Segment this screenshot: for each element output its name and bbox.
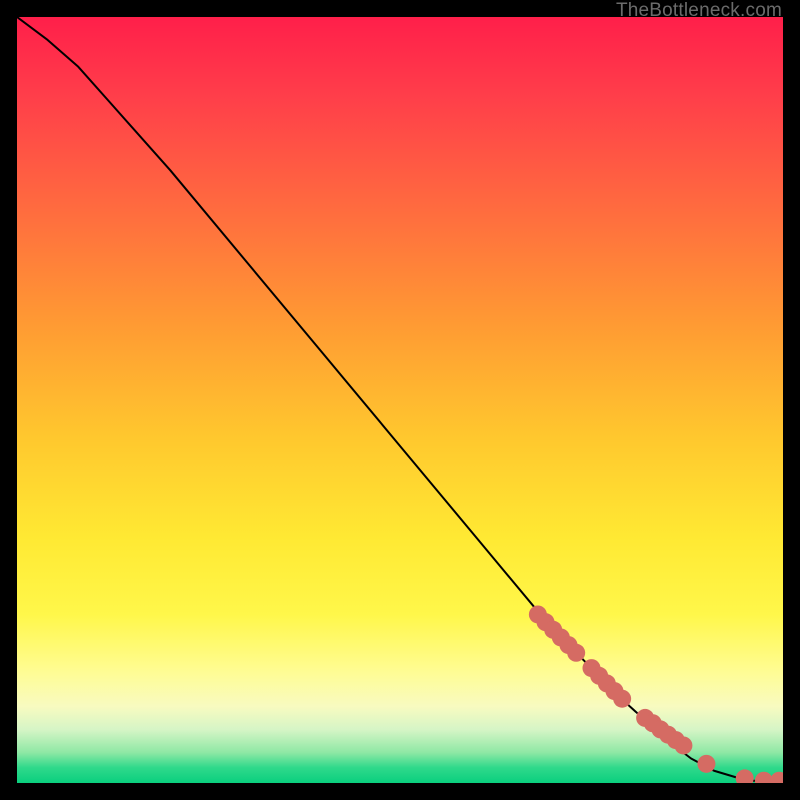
scatter-point xyxy=(697,755,715,773)
watermark-text: TheBottleneck.com xyxy=(616,0,782,22)
scatter-point xyxy=(613,690,631,708)
scatter-point xyxy=(567,644,585,662)
scatter-point xyxy=(770,772,783,783)
scatter-point xyxy=(736,769,754,783)
curve-path xyxy=(17,17,783,781)
scatter-point xyxy=(755,772,773,783)
scatter-points xyxy=(529,605,783,783)
chart-stage: TheBottleneck.com xyxy=(0,0,800,800)
scatter-point xyxy=(674,736,692,754)
chart-svg xyxy=(17,17,783,783)
plot-area xyxy=(17,17,783,783)
